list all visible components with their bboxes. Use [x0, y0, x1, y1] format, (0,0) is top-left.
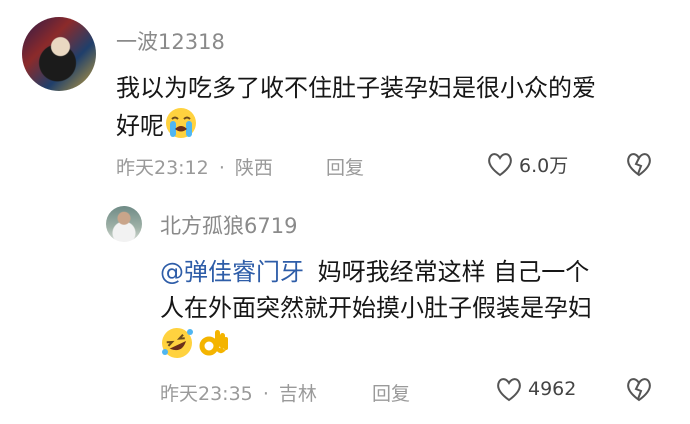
like-count: 6.0万	[519, 154, 569, 177]
comment-text-line-2: 好呢	[116, 106, 198, 144]
rolling-on-floor-laughing-icon	[160, 326, 196, 360]
loudly-crying-face-icon	[164, 106, 198, 140]
comment-text-line-2-text: 好呢	[116, 112, 164, 140]
like-button[interactable]: 6.0万	[485, 150, 568, 178]
dislike-button[interactable]	[624, 150, 654, 178]
comment-location: 陕西	[234, 157, 273, 179]
reply-dislike-button[interactable]	[624, 375, 654, 403]
reply-location: 吉林	[278, 383, 317, 405]
reply-like-button[interactable]: 4962	[494, 375, 576, 403]
reply-text-line-2: 人在外面突然就开始摸小肚子假装是孕妇	[160, 294, 592, 322]
reply-text-line-1-text: 妈呀我经常这样 自己一个	[317, 258, 590, 286]
ok-hand-icon	[196, 326, 230, 360]
broken-heart-icon	[624, 375, 654, 403]
reply-reply-button[interactable]: 回复	[372, 379, 410, 406]
mention-link[interactable]: @弹佳睿门牙	[160, 258, 304, 286]
reply-like-count: 4962	[528, 378, 577, 400]
reply-username[interactable]: 北方孤狼6719	[160, 210, 297, 240]
comment-meta: 昨天23:12 · 陕西	[116, 153, 273, 180]
comment-text-line-1: 我以为吃多了收不住肚子装孕妇是很小众的爱	[116, 74, 596, 102]
reply-text-line-1: @弹佳睿门牙 妈呀我经常这样 自己一个	[160, 254, 589, 290]
reply-meta: 昨天23:35 · 吉林	[160, 379, 317, 406]
meta-separator: ·	[218, 157, 225, 179]
avatar[interactable]	[22, 17, 96, 91]
reply-time: 昨天23:35	[160, 383, 253, 405]
reply-button[interactable]: 回复	[326, 153, 364, 180]
comment-username[interactable]: 一波12318	[116, 26, 225, 56]
heart-icon	[494, 375, 524, 403]
broken-heart-icon	[624, 150, 654, 178]
comment-time: 昨天23:12	[116, 157, 209, 179]
reply-emojis	[160, 326, 230, 364]
reply-avatar[interactable]	[106, 206, 142, 242]
heart-icon	[485, 150, 515, 178]
meta-separator: ·	[262, 383, 269, 405]
